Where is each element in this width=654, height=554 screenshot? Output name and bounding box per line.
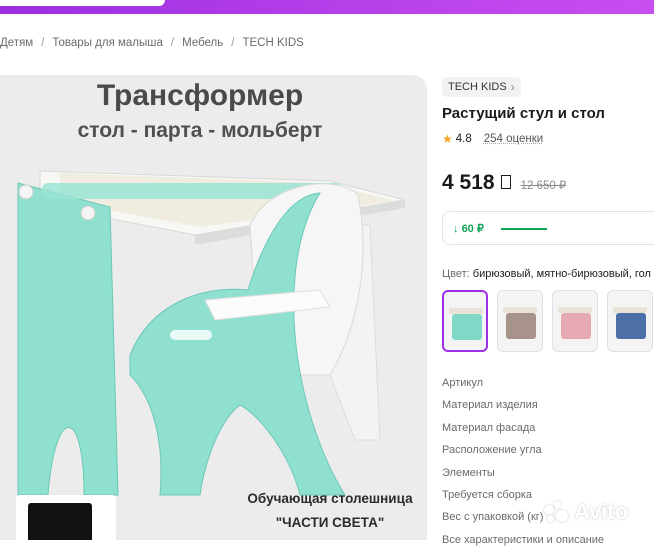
all-specs-link[interactable]: Все характеристики и описание [442, 532, 654, 554]
breadcrumb-separator: / [41, 37, 45, 49]
reviews-link[interactable]: 254 оценки [484, 133, 543, 145]
rating-row: ★ 4.8 254 оценки [442, 132, 543, 146]
spec-elements: Элементы [442, 466, 495, 479]
brand-chip[interactable]: TECH KIDS › [442, 77, 521, 97]
desk-leg-left [17, 182, 119, 496]
color-value: бирюзовый, мятно-бирюзовый, гол [472, 268, 651, 280]
product-title: Растущий стул и стол [442, 105, 605, 122]
color-row: Цвет: бирюзовый, мятно-бирюзовый, гол [442, 268, 651, 280]
spec-list: Артикул Материал изделия Материал фасада… [442, 375, 654, 554]
star-icon: ★ [442, 132, 453, 146]
color-swatches [442, 290, 653, 352]
spec-article: Артикул [442, 377, 484, 389]
top-bar [0, 0, 654, 14]
swatch-blue[interactable] [607, 290, 653, 352]
brand-label: TECH KIDS [448, 81, 507, 93]
old-price: 12 650 ₽ [520, 180, 567, 192]
breadcrumb-item-kids[interactable]: Детям [0, 37, 33, 49]
product-gallery[interactable]: Трансформер стол - парта - мольберт Обуч… [0, 75, 427, 540]
spec-facade: Материал фасада [442, 421, 536, 434]
breadcrumb-item-baby-goods[interactable]: Товары для малыша [52, 37, 163, 49]
knob-icon [80, 205, 96, 221]
knob-icon [18, 184, 34, 200]
product-photo [17, 170, 406, 496]
breadcrumb: Детям / Товары для малыша / Мебель / TEC… [0, 37, 304, 49]
watermark-text: Avito [574, 499, 629, 524]
avito-logo-icon [544, 501, 570, 523]
bonus-value: 60 ₽ [461, 223, 484, 235]
chevron-right-icon: › [510, 80, 515, 94]
search-tab[interactable] [0, 0, 165, 6]
ruble-icon [500, 175, 511, 189]
bonus-progress-bar [501, 228, 547, 230]
tablet-thumbnail [16, 495, 116, 540]
price-row: 4 518 12 650 ₽ [442, 171, 566, 195]
rating-value: 4.8 [455, 133, 472, 145]
spec-corner: Расположение угла [442, 444, 542, 457]
avito-watermark: Avito [544, 499, 628, 525]
price: 4 518 [442, 171, 495, 194]
swatch-mint[interactable] [442, 290, 488, 352]
breadcrumb-item-furniture[interactable]: Мебель [182, 37, 223, 49]
promo-caption-line2: "ЧАСТИ СВЕТА" [275, 515, 385, 530]
arrow-down-icon: ↓ [453, 223, 462, 235]
promo-caption-line1: Обучающая столешница [247, 491, 413, 506]
spec-material: Материал изделия [442, 399, 538, 412]
color-label: Цвет: [442, 268, 470, 280]
bonus-amount: ↓ 60 ₽ [453, 222, 484, 235]
breadcrumb-separator: / [231, 37, 235, 49]
swatch-brown[interactable] [497, 290, 543, 352]
breadcrumb-separator: / [170, 37, 175, 49]
chair-handle [170, 330, 212, 340]
bonus-box[interactable]: ↓ 60 ₽ [442, 211, 654, 245]
breadcrumb-item-brand[interactable]: TECH KIDS [242, 37, 303, 49]
swatch-pink[interactable] [552, 290, 598, 352]
